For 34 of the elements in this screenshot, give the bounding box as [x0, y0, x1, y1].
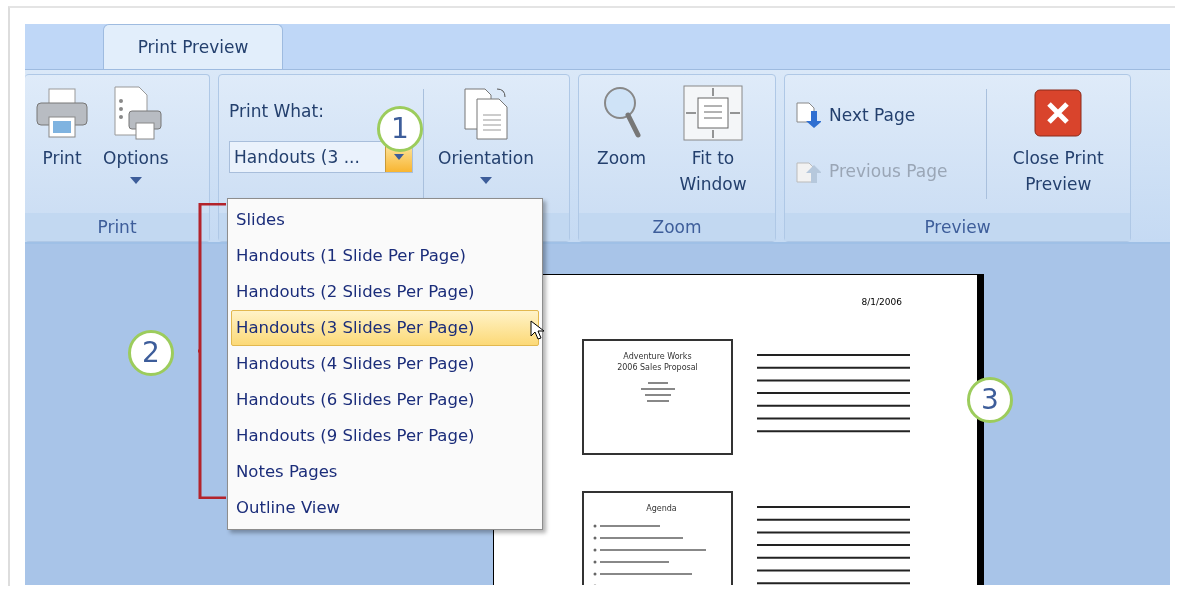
printer-icon: [35, 87, 89, 139]
dropdown-option[interactable]: Handouts (4 Slides Per Page): [231, 346, 539, 382]
group-label: Preview: [785, 213, 1130, 241]
ribbon-tab[interactable]: Print Preview: [103, 24, 283, 69]
dropdown-option[interactable]: Outline View: [231, 490, 539, 526]
slide-title: Agenda: [645, 503, 678, 514]
fit-to-window-icon: [682, 84, 744, 142]
pages-icon: [461, 85, 511, 141]
ribbon-button[interactable]: Print: [35, 81, 89, 171]
ribbon-button[interactable]: Close Print Preview: [996, 81, 1120, 197]
ribbon-button[interactable]: Zoom: [597, 81, 646, 171]
dropdown-option[interactable]: Handouts (3 Slides Per Page): [231, 310, 539, 346]
ribbon-button[interactable]: Orientation: [438, 81, 534, 184]
ribbon-button[interactable]: Options: [103, 81, 169, 184]
close-icon: [1033, 88, 1084, 138]
group-label: Print: [25, 213, 209, 241]
dropdown-option[interactable]: Handouts (9 Slides Per Page): [231, 418, 539, 454]
group-label: Zoom: [579, 213, 775, 241]
date-text: 8/1/2006: [860, 297, 903, 307]
dropdown-option[interactable]: Handouts (2 Slides Per Page): [231, 274, 539, 310]
dropdown-option[interactable]: Handouts (6 Slides Per Page): [231, 382, 539, 418]
slide-title: Adventure Works 2006 Sales Proposal: [616, 351, 699, 373]
dropdown-option[interactable]: Handouts (1 Slide Per Page): [231, 238, 539, 274]
dropdown-option[interactable]: Notes Pages: [231, 454, 539, 490]
callout-number: 2: [128, 330, 174, 376]
ribbon-button[interactable]: Fit to Window: [668, 81, 758, 197]
ribbon-button[interactable]: Next Page: [795, 101, 976, 129]
callout-number: 3: [967, 377, 1013, 423]
caret-icon: [129, 177, 142, 184]
dropdown-field[interactable]: Handouts (3 ...: [229, 141, 413, 173]
page-down-arrow-icon: [795, 101, 821, 129]
caret-icon: [480, 177, 492, 184]
dropdown-option[interactable]: Slides: [231, 202, 539, 238]
field-label: Print What:: [229, 101, 325, 121]
